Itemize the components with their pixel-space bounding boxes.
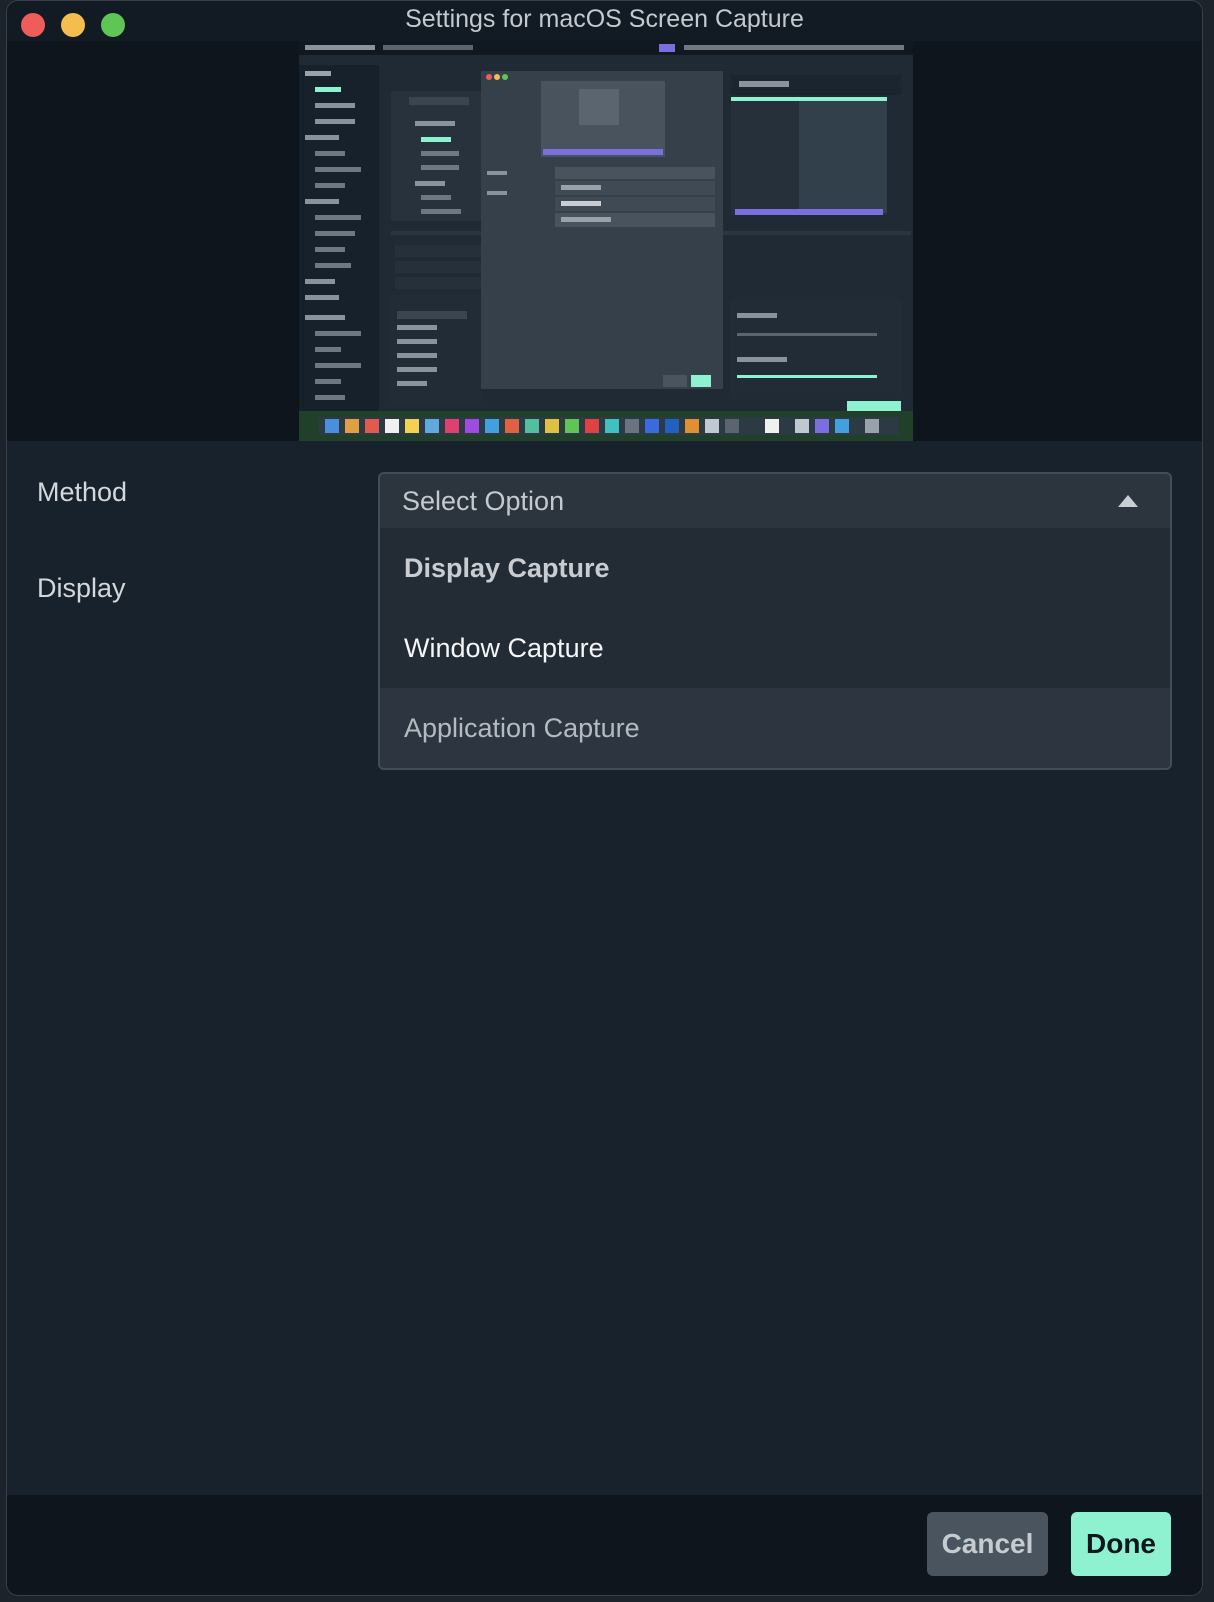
cancel-button[interactable]: Cancel [927,1512,1048,1576]
method-select-value: Select Option [402,486,565,516]
window-title: Settings for macOS Screen Capture [405,5,804,33]
display-label: Display [37,573,126,603]
settings-window: Settings for macOS Screen Capture Method… [6,0,1203,1596]
option-display-capture[interactable]: Display Capture [380,528,1170,608]
capture-preview-image [299,41,913,441]
done-button[interactable]: Done [1071,1512,1171,1576]
method-label: Method [37,477,128,507]
settings-form: Method Display Select Option Display Cap… [7,441,1202,1495]
option-application-capture[interactable]: Application Capture [380,688,1170,768]
preview-area [7,41,1202,441]
title-bar[interactable]: Settings for macOS Screen Capture [7,1,1202,41]
method-select-head[interactable]: Select Option [380,474,1170,528]
footer: Cancel Done [7,1495,1202,1595]
option-window-capture[interactable]: Window Capture [380,608,1170,688]
method-select[interactable]: Select Option Display Capture Window Cap… [378,472,1172,770]
capture-preview [299,41,913,441]
caret-up-icon[interactable] [1118,495,1138,507]
